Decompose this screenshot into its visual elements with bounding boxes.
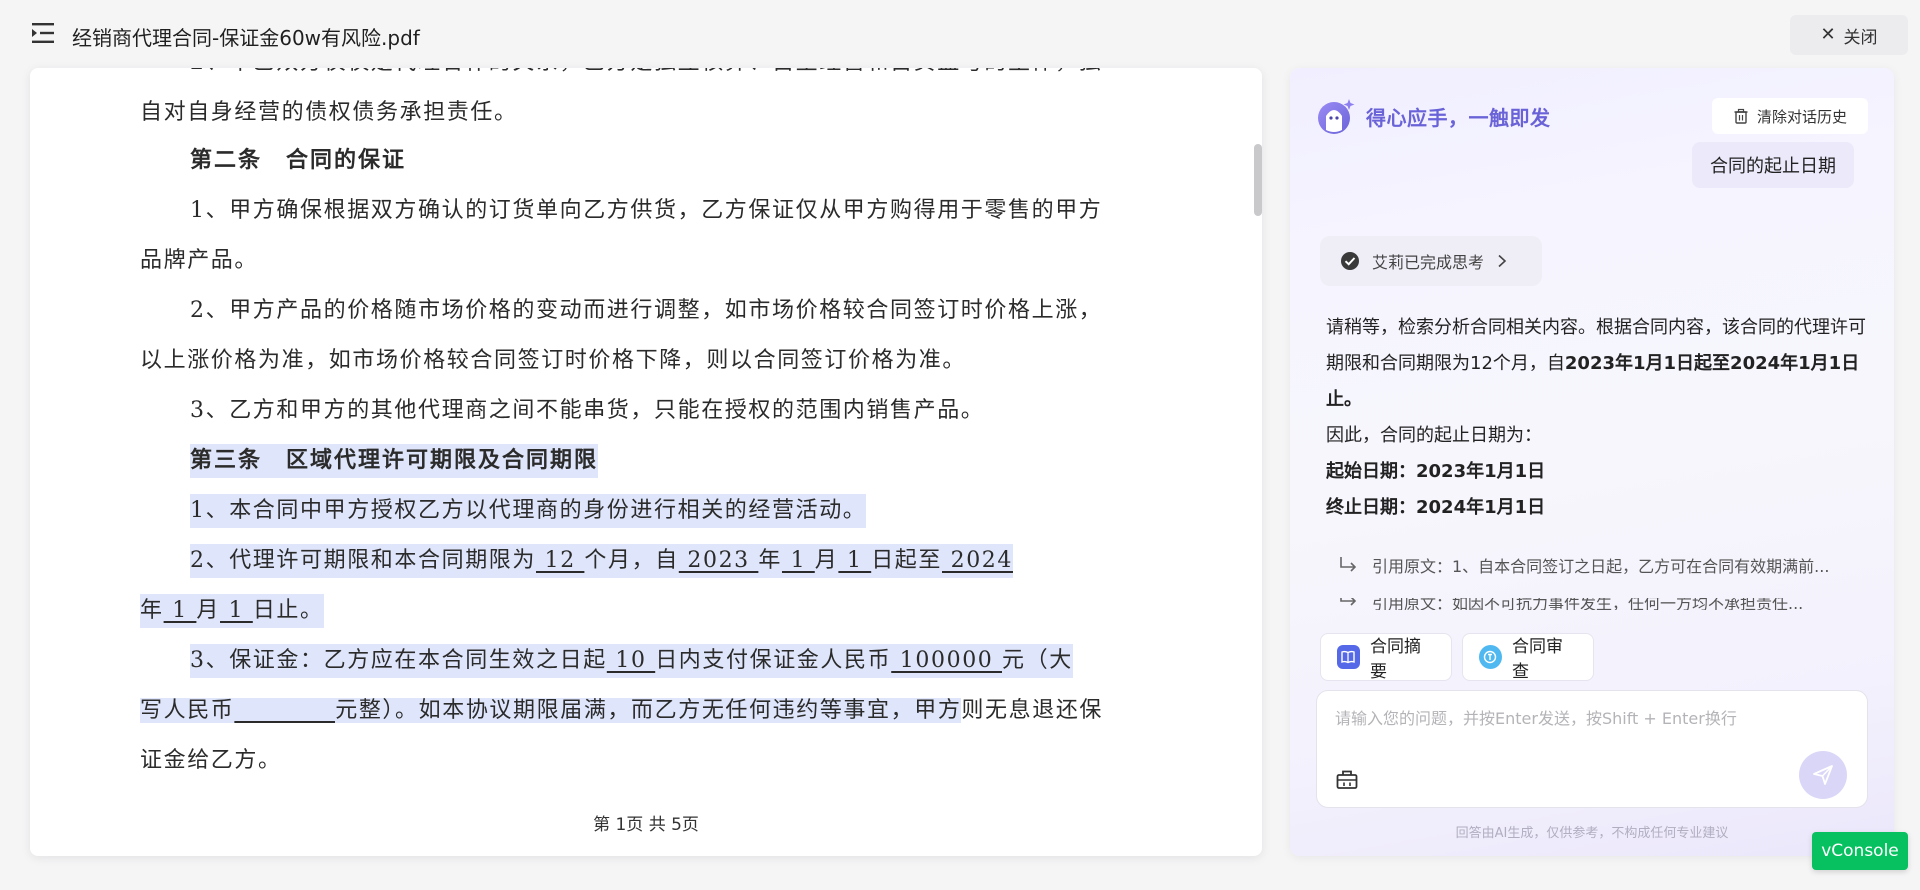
document-scrollbar[interactable] [1254,144,1262,216]
doc-line: 2、甲乙双方仅仅是代理合作的关系，乙方是独立核算、自主经营和自负盈亏的主体，独 [190,68,1102,80]
chevron-right-icon [1498,254,1507,268]
contract-review-button[interactable]: 合同审查 [1462,633,1594,682]
citation-item-partial[interactable]: 引用原文：如因不可抗力事件发生，任何一方均不承担责任... [1338,598,1868,610]
thinking-status-toggle[interactable]: 艾莉已完成思考 [1320,236,1542,286]
doc-line-highlighted: 年 1 月 1 日止。 [140,594,324,628]
doc-line-partial-highlight: 写人民币________元整）。如本协议期限届满，而乙方无任何违约等事宜，甲方则… [140,698,1104,723]
answer-conclusion: 因此，合同的起止日期为： [1326,425,1542,446]
assistant-answer: 请稍等，检索分析合同相关内容。根据合同内容，该合同的代理许可期限和合同期限为12… [1326,310,1866,526]
close-button[interactable]: ✕ 关闭 [1790,15,1908,55]
doc-heading-article-3: 第三条 区域代理许可期限及合同期限 [190,444,599,478]
contract-review-label: 合同审查 [1511,637,1563,682]
send-icon [1813,765,1833,785]
doc-line-highlighted: 1、本合同中甲方授权乙方以代理商的身份进行相关的经营活动。 [190,494,867,528]
doc-line: 1、甲方确保根据双方确认的订货单向乙方供货，乙方保证仅从甲方购得用于零售的甲方 [190,198,1103,223]
trash-icon [1734,108,1748,124]
chat-input[interactable] [1335,705,1835,739]
contract-summary-label: 合同摘要 [1369,637,1421,682]
citation-text: 引用原文：如因不可抗力事件发生，任何一方均不承担责任... [1372,598,1804,610]
citation-item[interactable]: 引用原文：1、自本合同签订之日起，乙方可在合同有效期满前... [1338,550,1868,580]
check-circle-icon [1341,252,1359,270]
doc-line-highlighted: 3、保证金：乙方应在本合同生效之日起 10 日内支付保证金人民币 100000 … [190,644,1073,678]
reference-arrow-icon [1340,557,1357,572]
contract-summary-button[interactable]: 合同摘要 [1320,633,1452,682]
doc-line: 以上涨价格为准，如市场价格较合同签订时价格下降，则以合同签订价格为准。 [140,348,967,373]
doc-line: 证金给乙方。 [140,748,282,773]
menu-collapse-icon[interactable] [32,22,56,44]
doc-line-highlighted: 2、代理许可期限和本合同期限为 12 个月，自 2023 年 1 月 1 日起至… [190,544,1013,578]
chat-input-box [1316,690,1868,808]
doc-line: 自对自身经营的债权债务承担责任。 [140,100,518,125]
answer-punct: 。 [1344,389,1362,410]
answer-start-date: 起始日期：2023年1月1日 [1326,461,1546,482]
document-title: 经销商代理合同-保证金60w有风险.pdf [72,26,420,50]
vconsole-button[interactable]: vConsole [1812,832,1908,870]
answer-end-date: 终止日期：2024年1月1日 [1326,497,1546,518]
assistant-avatar-icon [1318,99,1355,134]
citation-text: 引用原文：1、自本合同签订之日起，乙方可在合同有效期满前... [1372,557,1830,576]
page-indicator: 第 1页 共 5页 [593,815,699,835]
clear-history-button[interactable]: 清除对话历史 [1712,98,1868,134]
doc-line: 2、甲方产品的价格随市场价格的变动而进行调整，如市场价格较合同签订时价格上涨， [190,298,1103,323]
doc-line: 3、乙方和甲方的其他代理商之间不能串货，只能在授权的范围内销售产品。 [190,398,985,423]
ai-assistant-panel: 得心应手，一触即发 清除对话历史 合同的起止日期 艾莉已完成思考 请稍等，检索分… [1290,68,1894,856]
book-icon [1337,645,1360,669]
doc-heading-article-2: 第二条 合同的保证 [190,148,407,173]
send-button[interactable] [1799,751,1847,799]
toolbox-icon[interactable] [1335,767,1359,791]
close-label: 关闭 [1843,27,1878,48]
top-bar: 经销商代理合同-保证金60w有风险.pdf ✕ 关闭 [0,0,1920,68]
close-icon: ✕ [1820,24,1836,45]
ai-disclaimer: 回答由AI生成，仅供参考，不构成任何专业建议 [1455,826,1729,841]
thinking-status-label: 艾莉已完成思考 [1372,253,1485,272]
assistant-brand: 得心应手，一触即发 [1316,96,1551,136]
assistant-slogan: 得心应手，一触即发 [1366,105,1551,130]
review-icon [1479,645,1502,669]
user-message-bubble: 合同的起止日期 [1692,142,1854,188]
reference-arrow-icon [1340,598,1357,606]
clear-history-label: 清除对话历史 [1756,107,1847,126]
document-viewer[interactable]: 2、甲乙双方仅仅是代理合作的关系，乙方是独立核算、自主经营和自负盈亏的主体，独 … [30,68,1262,856]
doc-line: 品牌产品。 [140,248,259,273]
